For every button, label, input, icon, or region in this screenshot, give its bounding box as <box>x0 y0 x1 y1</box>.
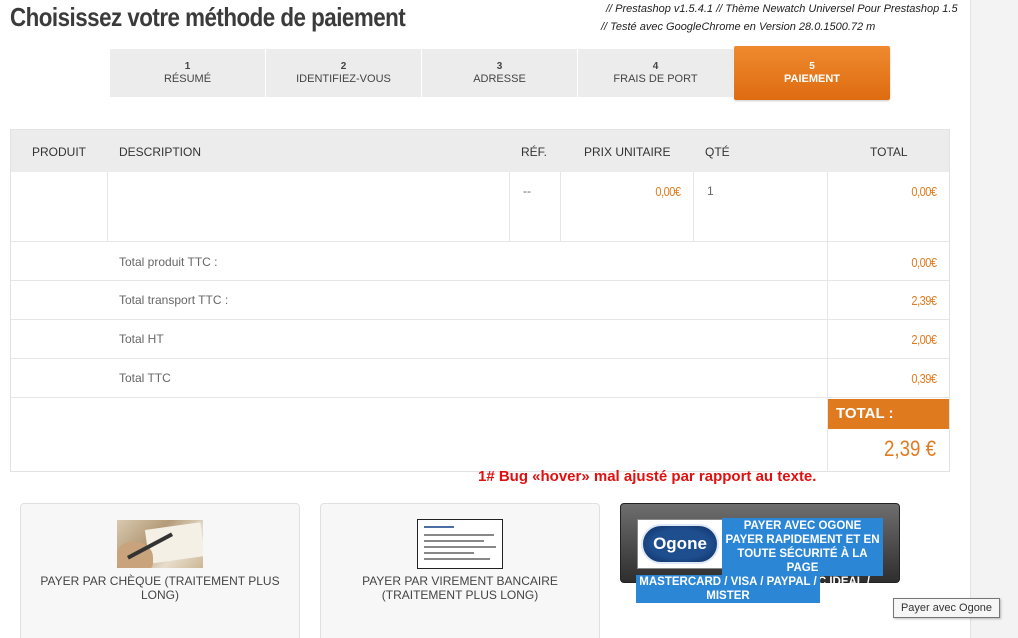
ogone-description-highlight[interactable]: Payer avec Ogone Payer rapidement et en … <box>722 518 883 588</box>
step-address[interactable]: 3 Adresse <box>422 49 578 97</box>
ogone-text-line: Mastercard / Visa / PayPal / Mister <box>639 576 817 602</box>
version-note: // Prestashop v1.5.4.1 // Thème Newatch … <box>606 3 958 15</box>
pay-by-bank-transfer-label: Payer par virement bancaire (traitement … <box>362 574 558 602</box>
step-payment: 5 Paiement <box>734 46 890 100</box>
summary-label: Total TTC <box>119 371 171 385</box>
step-shipping[interactable]: 4 Frais de port <box>578 49 734 97</box>
checkout-steps: 1 Résumé 2 Identifiez-vous 3 Adresse 4 F… <box>110 46 890 100</box>
col-product: Produit <box>32 145 86 159</box>
step-label: Frais de port <box>613 73 698 85</box>
ogone-text-line: Cash / Bancontact. <box>665 604 791 616</box>
summary-label: Total produit TTC : <box>119 255 218 269</box>
step-label: Adresse <box>473 73 526 85</box>
divider <box>693 172 694 242</box>
ogone-tooltip: Payer avec Ogone <box>893 598 1000 618</box>
col-qty: Qté <box>705 145 730 159</box>
ogone-logo: Ogone <box>637 519 723 569</box>
summary-value: 0,39€ <box>911 371 938 386</box>
grand-total-label: TOTAL : <box>828 399 949 429</box>
pay-by-cheque-label: Payer par chèque (traitement plus long) <box>40 574 280 602</box>
ogone-text-line: toute sécurité à la page <box>737 548 868 574</box>
browser-note: // Testé avec GoogleChrome en Version 28… <box>601 21 876 33</box>
col-total: Total <box>870 145 908 159</box>
product-ref: -- <box>523 184 531 198</box>
divider <box>509 172 510 242</box>
step-number: 1 <box>184 61 191 72</box>
divider <box>560 172 561 242</box>
ogone-logo-text: Ogone <box>641 524 719 564</box>
summary-value: 0,00€ <box>911 255 938 270</box>
step-label: Paiement <box>783 73 841 85</box>
divider <box>107 172 108 242</box>
col-description: Description <box>119 145 202 159</box>
divider <box>11 280 949 281</box>
grand-total-value: 2,39 € <box>884 436 936 461</box>
summary-label: Total transport TTC : <box>119 293 229 307</box>
step-number: 5 <box>809 61 815 72</box>
divider <box>11 319 949 320</box>
ogone-text-line: Payer rapidement et en <box>725 534 880 546</box>
ogone-text-line: Payer avec Ogone <box>743 520 862 532</box>
step-number: 3 <box>496 61 503 72</box>
divider <box>11 358 949 359</box>
step-number: 4 <box>652 61 659 72</box>
product-quantity: 1 <box>707 184 714 198</box>
page-scroll-gutter <box>970 0 1018 638</box>
pay-by-cheque-option[interactable]: Payer par chèque (traitement plus long) <box>20 503 300 638</box>
bank-transfer-image <box>417 519 503 569</box>
col-ref: Réf. <box>521 145 548 159</box>
cart-summary-table: Produit Description Réf. Prix unitaire Q… <box>10 129 950 472</box>
step-summary[interactable]: 1 Résumé <box>110 49 266 97</box>
step-label: Identifiez-vous <box>296 73 391 85</box>
col-unit-price: Prix unitaire <box>584 145 671 159</box>
summary-label: Total HT <box>119 332 164 346</box>
divider <box>11 241 949 242</box>
summary-value: 2,00€ <box>911 332 938 347</box>
product-unit-price: 0,00€ <box>655 184 682 199</box>
step-label: Résumé <box>163 73 212 85</box>
product-total: 0,00€ <box>911 184 938 199</box>
step-login[interactable]: 2 Identifiez-vous <box>266 49 422 97</box>
pay-by-bank-transfer-option[interactable]: Payer par virement bancaire (traitement … <box>320 503 600 638</box>
divider <box>11 397 949 398</box>
ogone-description-highlight-overflow[interactable]: Mastercard / Visa / PayPal / Mister Cash… <box>636 575 820 616</box>
cheque-image <box>117 520 203 568</box>
bug-annotation: 1# Bug «hover» mal ajusté par rapport au… <box>478 468 817 485</box>
page-title: Choisissez votre méthode de paiement <box>10 2 406 32</box>
table-header: Produit Description Réf. Prix unitaire Q… <box>11 130 949 172</box>
summary-value: 2,39€ <box>911 293 938 308</box>
step-number: 2 <box>340 61 347 72</box>
